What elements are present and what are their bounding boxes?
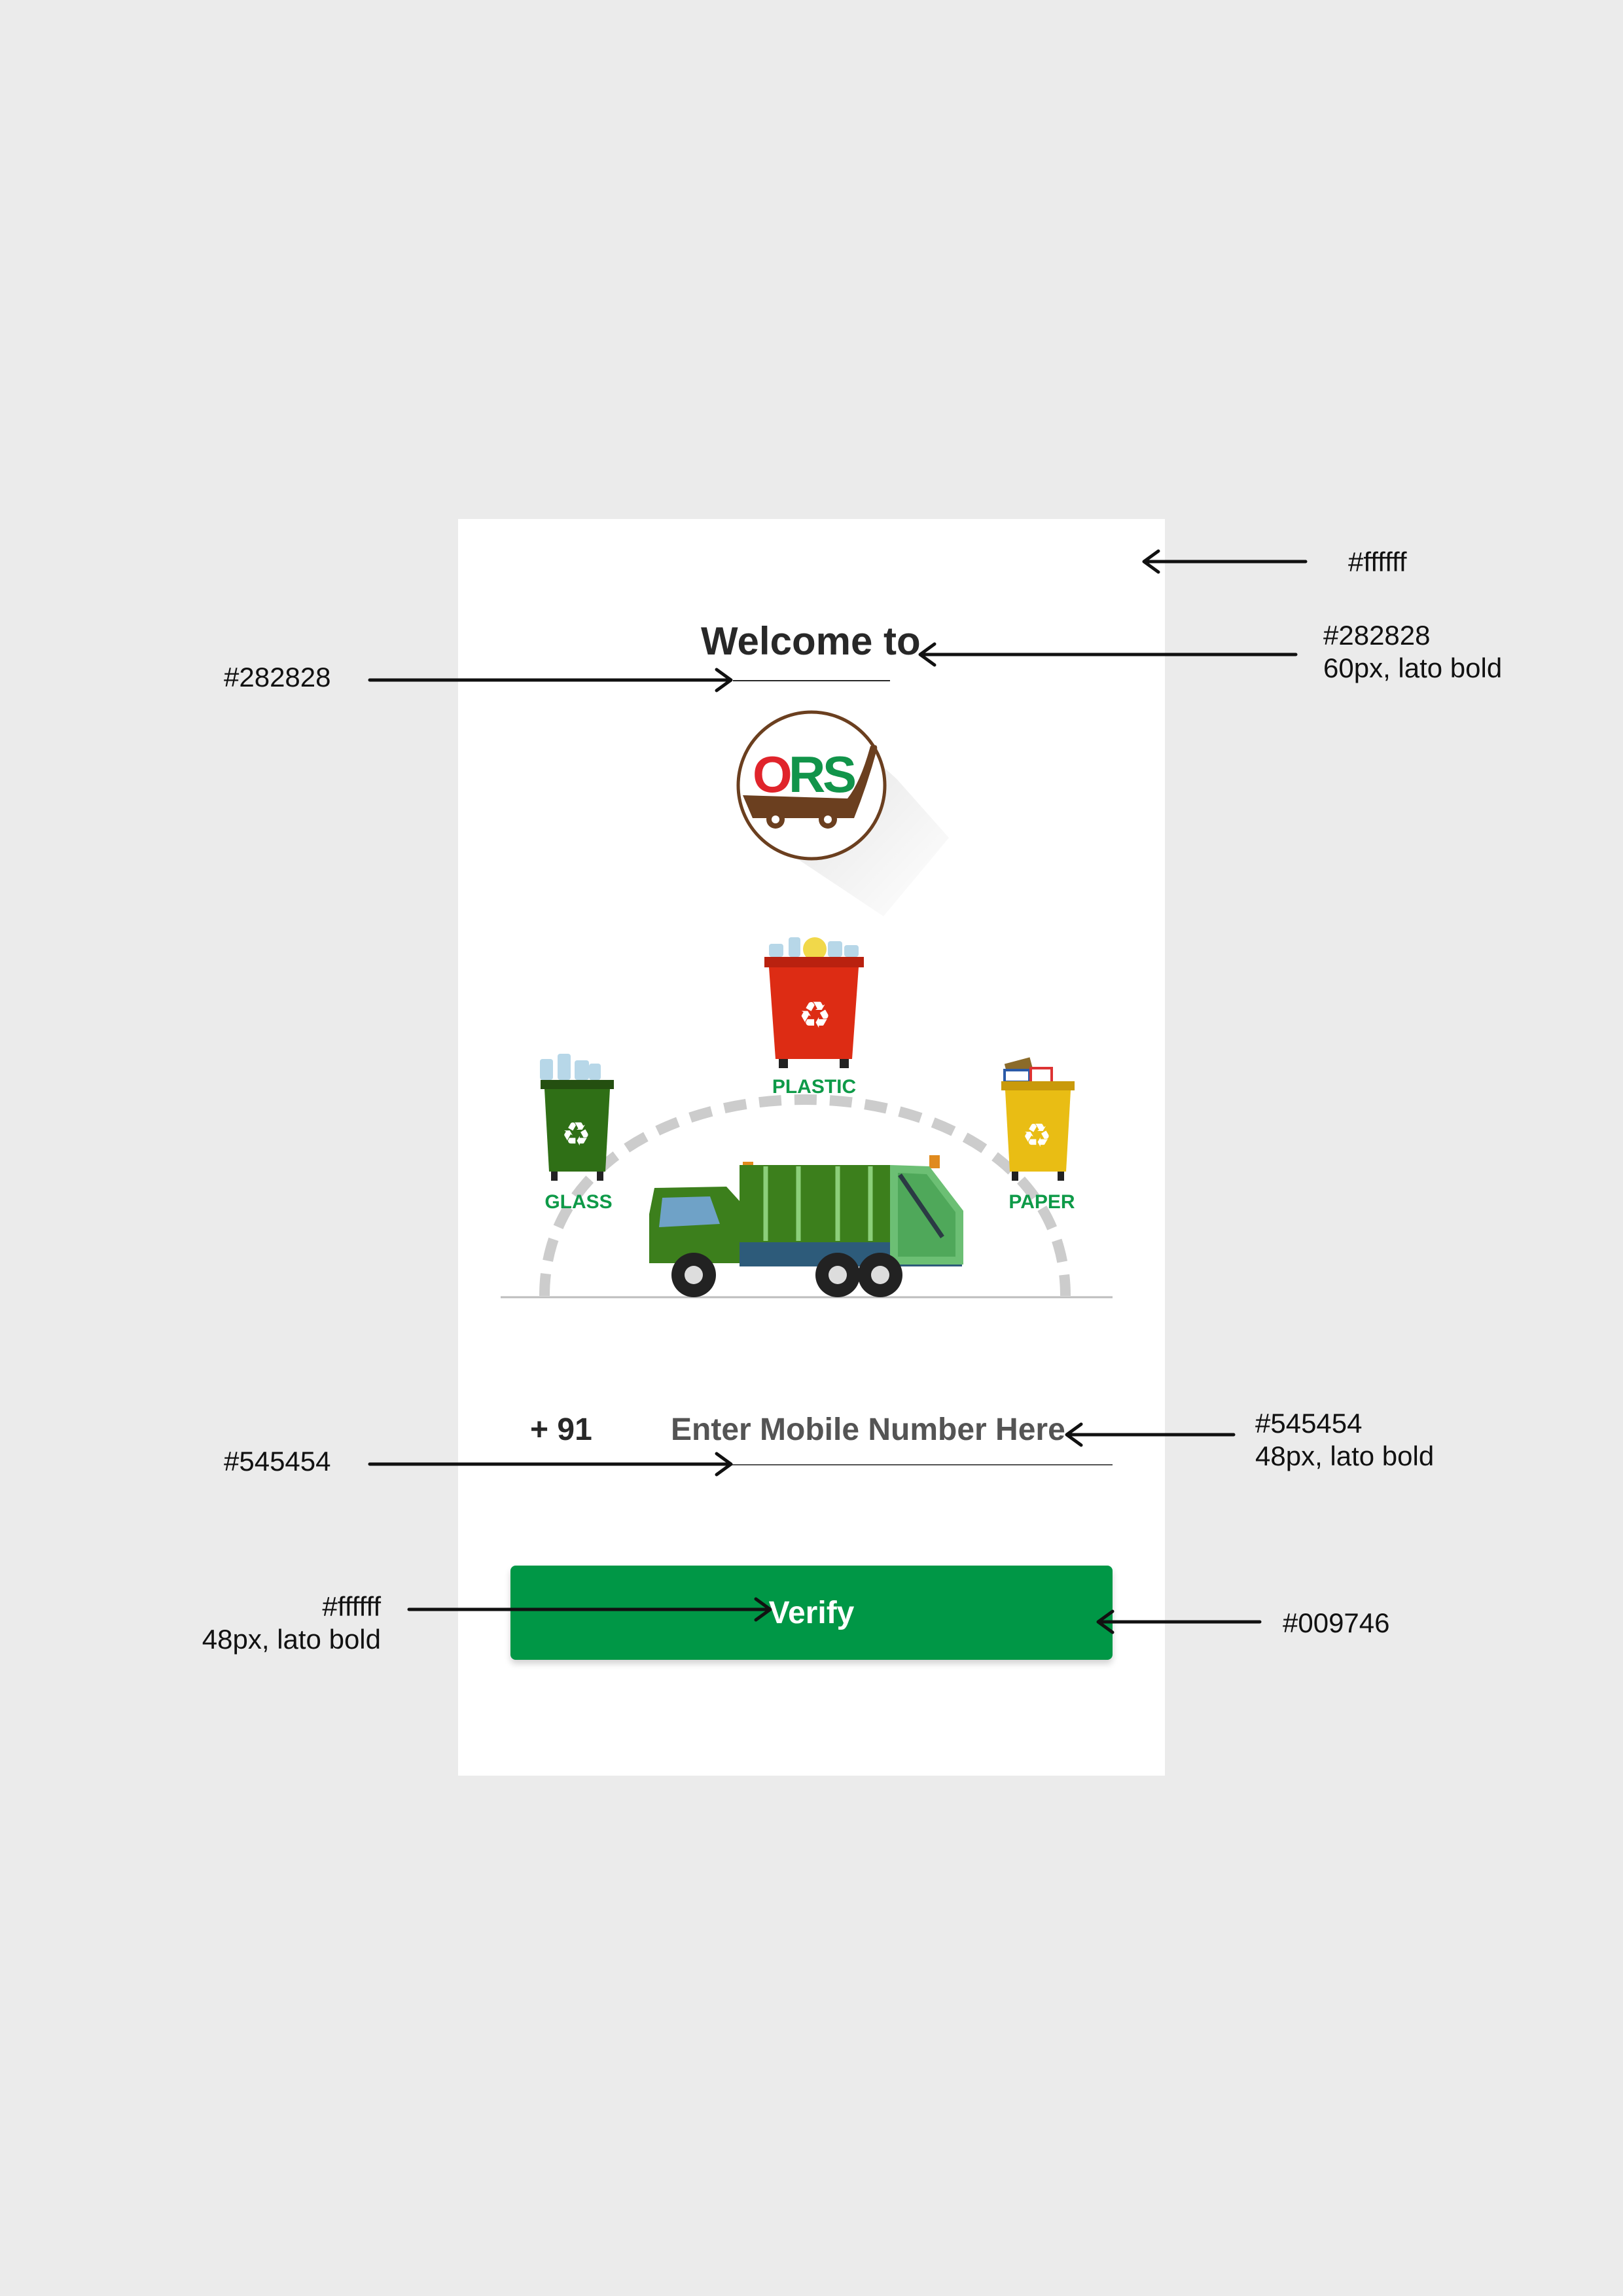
glass-bin: ♻: [540, 1054, 614, 1181]
note-button-bg-color: #009746: [1283, 1607, 1390, 1638]
note-button-text-color: #ffffff: [322, 1591, 381, 1622]
svg-text:R: R: [789, 745, 825, 803]
note-input-font: 48px, lato bold: [1255, 1441, 1435, 1471]
welcome-title: Welcome to: [701, 619, 921, 663]
bin-label-paper: PAPER: [1008, 1191, 1075, 1213]
paper-bin: ♻: [1001, 1057, 1075, 1181]
note-title-font: 60px, lato bold: [1323, 653, 1503, 683]
bin-label-glass: GLASS: [544, 1191, 612, 1213]
note-title-line-color: #282828: [224, 662, 331, 692]
recycling-illustration: ♻ PLASTIC ♻ GLASS ♻ PAPER: [501, 937, 1113, 1299]
note-input-line-color: #545454: [224, 1446, 331, 1477]
note-input-color: #545454: [1255, 1408, 1363, 1439]
note-bg-color: #ffffff: [1348, 547, 1407, 577]
garbage-truck-icon: [649, 1155, 963, 1297]
recycle-icon: ♻: [798, 994, 831, 1037]
ors-logo: O R S: [736, 710, 949, 916]
bin-label-plastic: PLASTIC: [772, 1076, 856, 1098]
mobile-input-underline: [730, 1464, 1113, 1465]
note-button-text-font: 48px, lato bold: [202, 1624, 381, 1655]
note-title-color: #282828: [1323, 620, 1431, 651]
country-code: + 91: [530, 1412, 592, 1447]
welcome-underline: [733, 680, 890, 681]
verify-button[interactable]: Verify: [510, 1566, 1113, 1660]
recycle-icon: ♻: [1022, 1117, 1052, 1155]
recycle-icon: ♻: [562, 1115, 591, 1153]
mobile-number-input[interactable]: [671, 1407, 1113, 1452]
svg-text:O: O: [753, 745, 793, 803]
plastic-bin: ♻: [764, 937, 864, 1068]
